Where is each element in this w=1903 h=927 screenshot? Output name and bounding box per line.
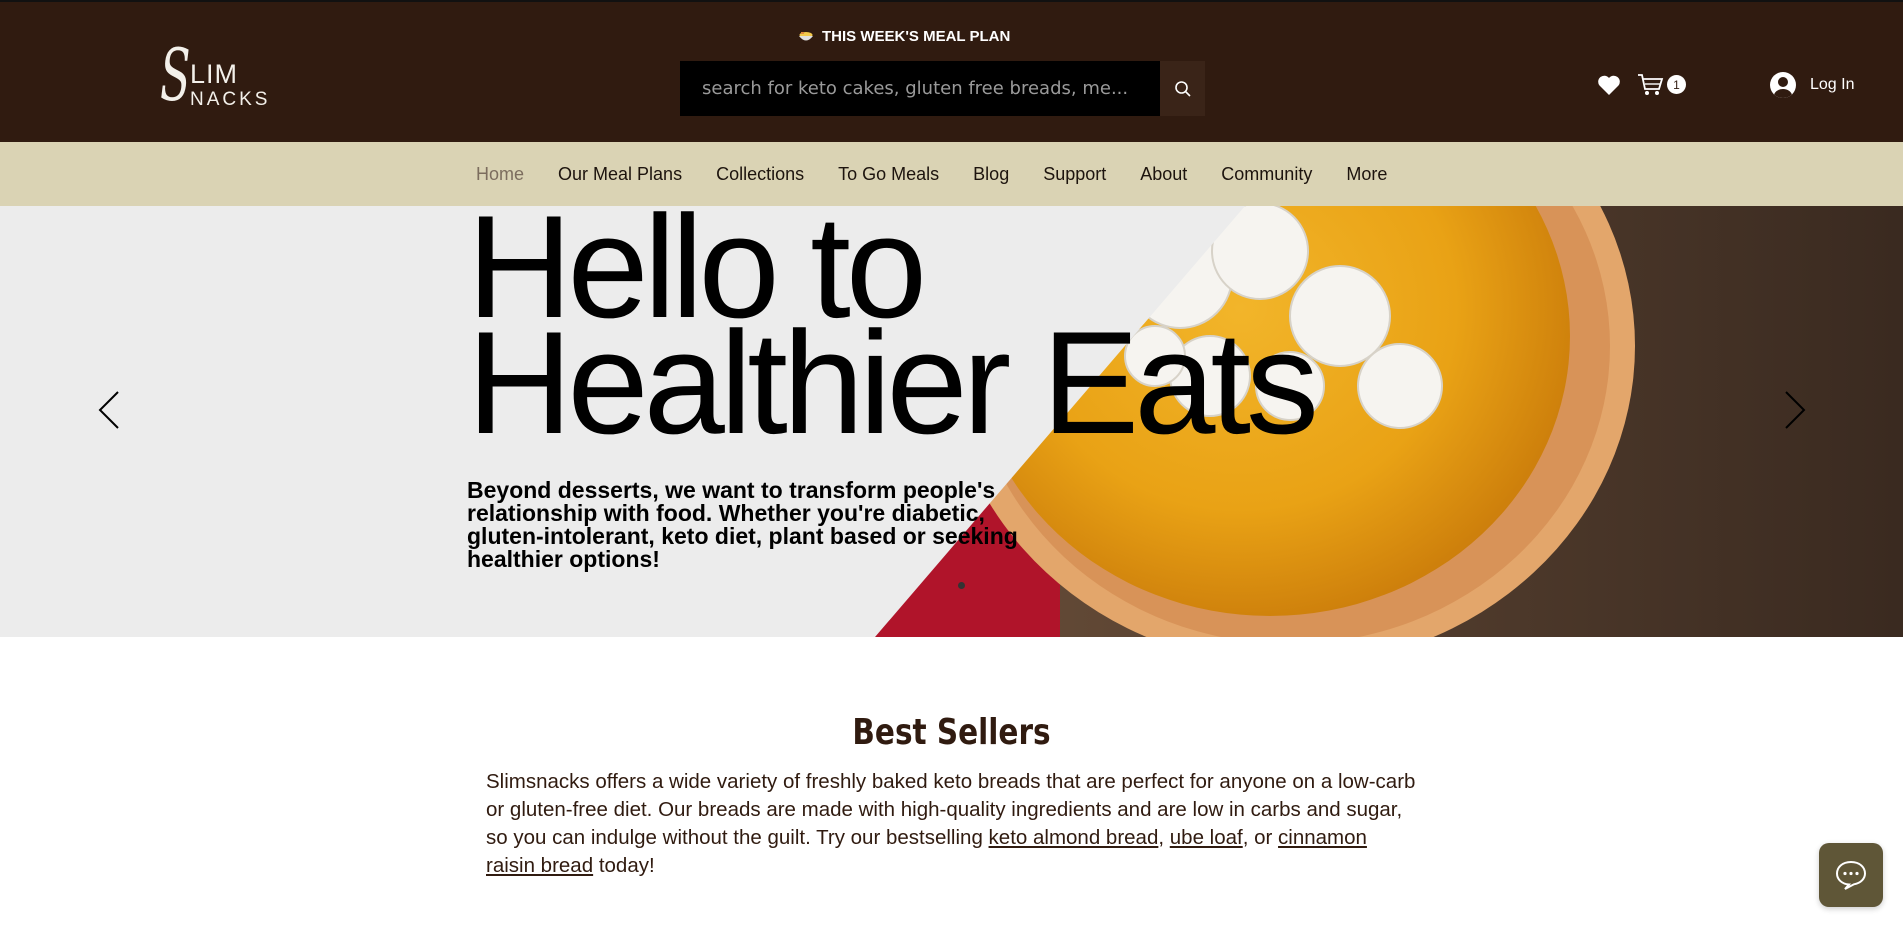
login-button[interactable]: Log In (1770, 72, 1854, 98)
chat-bubble-icon (1835, 860, 1867, 890)
separator-1: , (1158, 826, 1170, 849)
best-sellers-text-after: today! (593, 854, 655, 877)
nav-item-collections[interactable]: Collections (716, 164, 804, 185)
hero-title: Hello to Healthier Eats (467, 206, 1319, 464)
cart-count-badge: 1 (1667, 75, 1686, 94)
nav-item-to-go-meals[interactable]: To Go Meals (838, 164, 939, 185)
cart-icon (1638, 74, 1664, 95)
keto-almond-bread-link[interactable]: keto almond bread (989, 826, 1159, 849)
search-bar (680, 61, 1205, 116)
meal-plan-link[interactable]: THIS WEEK'S MEAL PLAN (798, 28, 1010, 45)
nav-list: Home Our Meal Plans Collections To Go Meals… (476, 142, 1421, 206)
slimsnacks-logo[interactable]: S LIM NACKS (160, 39, 272, 125)
site-header: S LIM NACKS THIS WEEK'S MEAL PLAN search… (0, 0, 1903, 142)
nav-item-our-meal-plans[interactable]: Our Meal Plans (558, 164, 682, 185)
search-icon (1174, 80, 1191, 97)
best-sellers-title: Best Sellers (852, 712, 1051, 753)
chat-button[interactable] (1819, 843, 1883, 907)
main-nav: Home Our Meal Plans Collections To Go Meals… (0, 142, 1903, 206)
hero-slideshow: Hello to Healthier Eats Beyond desserts,… (0, 206, 1903, 637)
user-avatar-icon (1770, 72, 1796, 98)
slide-indicator-dot[interactable] (958, 582, 965, 589)
hero-title-line2: Healthier Eats (467, 301, 1319, 464)
cart-button[interactable] (1637, 73, 1665, 97)
logo-initial: S (160, 33, 191, 117)
nav-item-community[interactable]: Community (1221, 164, 1312, 185)
hero-subtitle: Beyond desserts, we want to transform pe… (467, 477, 1018, 572)
nav-item-home[interactable]: Home (476, 164, 524, 185)
search-button[interactable] (1160, 61, 1205, 116)
logo-line1: LIM (190, 59, 239, 89)
nav-item-more[interactable]: More (1346, 164, 1387, 185)
bowl-icon (799, 31, 813, 40)
nav-item-about[interactable]: About (1140, 164, 1187, 185)
best-sellers-description: Slimsnacks offers a wide variety of fres… (486, 768, 1421, 880)
ube-loaf-link[interactable]: ube loaf (1170, 826, 1243, 849)
meal-plan-label: THIS WEEK'S MEAL PLAN (822, 28, 1011, 45)
login-label: Log In (1810, 76, 1855, 93)
heart-icon[interactable] (1597, 74, 1621, 96)
search-input[interactable] (680, 61, 1160, 116)
previous-slide-arrow-icon[interactable] (98, 390, 120, 430)
logo-line2: NACKS (190, 89, 271, 110)
next-slide-arrow-icon[interactable] (1784, 390, 1806, 430)
nav-item-support[interactable]: Support (1043, 164, 1106, 185)
separator-2: , or (1242, 826, 1279, 849)
nav-item-blog[interactable]: Blog (973, 164, 1009, 185)
